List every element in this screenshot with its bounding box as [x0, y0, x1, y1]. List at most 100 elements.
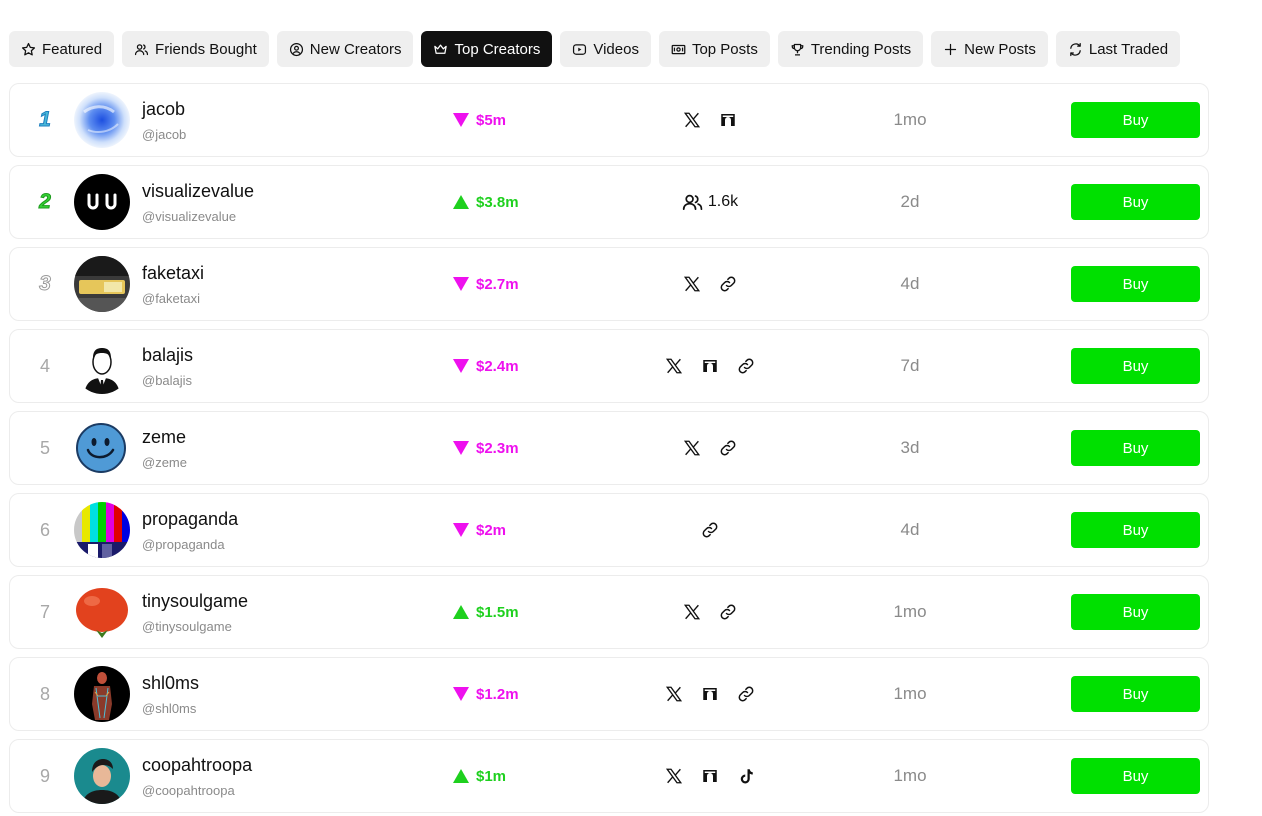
x-icon[interactable] — [665, 685, 683, 703]
price: $1.5m — [452, 576, 519, 648]
link-icon[interactable] — [719, 603, 737, 621]
creator-row[interactable]: 9 coopahtroopa @coopahtroopa $1m 1mo Buy — [9, 739, 1209, 813]
avatar[interactable] — [74, 502, 130, 558]
buy-button[interactable]: Buy — [1071, 676, 1200, 712]
buy-button[interactable]: Buy — [1071, 512, 1200, 548]
link-icon[interactable] — [719, 439, 737, 457]
crown-icon — [434, 44, 448, 54]
tab-label: New Creators — [309, 40, 402, 58]
triangle-down-icon — [453, 359, 469, 373]
rank-number: 9 — [39, 765, 50, 786]
x-icon[interactable] — [683, 111, 701, 129]
creator-row[interactable]: 3 faketaxi @faketaxi $2.7m 4d Buy — [9, 247, 1209, 321]
creator-row[interactable]: 1 jacob @jacob $5m 1mo Buy — [9, 83, 1209, 157]
price-value: $3.8m — [476, 193, 519, 211]
buy-button[interactable]: Buy — [1071, 430, 1200, 466]
tab-featured[interactable]: Featured — [9, 31, 115, 67]
age: 1mo — [893, 684, 927, 703]
buy-button[interactable]: Buy — [1071, 758, 1200, 794]
creator-handle: @tinysoulgame — [142, 619, 232, 634]
creator-name[interactable]: coopahtroopa — [142, 755, 252, 776]
tab-videos[interactable]: Videos — [560, 31, 651, 67]
creator-row[interactable]: 4 balajis @balajis $2.4m 7d Buy — [9, 329, 1209, 403]
buy-button[interactable]: Buy — [1071, 594, 1200, 630]
creator-row[interactable]: 5 zeme @zeme $2.3m 3d Buy — [9, 411, 1209, 485]
tiktok-icon[interactable] — [737, 767, 755, 785]
creator-name[interactable]: balajis — [142, 345, 193, 366]
arch-icon[interactable] — [719, 111, 737, 129]
avatar[interactable] — [74, 748, 130, 804]
avatar[interactable] — [74, 666, 130, 722]
tab-friends-bought[interactable]: Friends Bought — [122, 31, 269, 67]
triangle-down-icon — [453, 523, 469, 537]
creator-row[interactable]: 2 visualizevalue @visualizevalue $3.8m 1… — [9, 165, 1209, 239]
link-icon[interactable] — [701, 521, 719, 539]
avatar[interactable] — [74, 584, 130, 640]
avatar-image — [74, 92, 130, 148]
triangle-up-icon — [453, 195, 469, 209]
arch-icon[interactable] — [701, 357, 719, 375]
creator-row[interactable]: 7 tinysoulgame @tinysoulgame $1.5m 1mo B… — [9, 575, 1209, 649]
buy-button[interactable]: Buy — [1071, 348, 1200, 384]
avatar[interactable] — [74, 256, 130, 312]
social-links — [570, 248, 850, 320]
social-links: 1.6k — [570, 166, 850, 238]
creator-name[interactable]: zeme — [142, 427, 186, 448]
x-icon[interactable] — [683, 439, 701, 457]
creator-name[interactable]: shl0ms — [142, 673, 199, 694]
creator-list: 1 jacob @jacob $5m 1mo Buy 2 visualizeva… — [9, 83, 1209, 816]
tab-top-posts[interactable]: Top Posts — [658, 31, 770, 67]
arch-icon[interactable] — [701, 685, 719, 703]
creator-name[interactable]: faketaxi — [142, 263, 204, 284]
x-icon[interactable] — [665, 767, 683, 785]
tab-label: Top Creators — [454, 40, 541, 58]
avatar[interactable] — [74, 92, 130, 148]
tab-top-creators[interactable]: Top Creators — [421, 31, 553, 67]
tab-label: Videos — [593, 40, 639, 58]
price-value: $2.3m — [476, 439, 519, 457]
x-icon[interactable] — [665, 357, 683, 375]
price: $3.8m — [452, 166, 519, 238]
tab-label: Top Posts — [691, 40, 758, 58]
buy-button[interactable]: Buy — [1071, 266, 1200, 302]
refresh-icon — [1070, 42, 1081, 56]
buy-button[interactable]: Buy — [1071, 102, 1200, 138]
buy-button[interactable]: Buy — [1071, 184, 1200, 220]
arch-icon[interactable] — [701, 767, 719, 785]
social-links — [570, 84, 850, 156]
users-icon — [134, 43, 149, 55]
avatar-image — [74, 666, 130, 722]
creator-handle: @jacob — [142, 127, 187, 142]
user-circle-icon — [289, 42, 303, 56]
rank-number: 4 — [39, 355, 50, 376]
avatar-image — [74, 420, 130, 476]
tab-trending-posts[interactable]: Trending Posts — [777, 31, 924, 67]
link-icon[interactable] — [737, 357, 755, 375]
x-icon[interactable] — [683, 275, 701, 293]
tab-new-posts[interactable]: New Posts — [931, 31, 1048, 67]
creator-handle: @balajis — [142, 373, 193, 388]
creator-row[interactable]: 6 propaganda @propaganda $2m 4d Buy — [9, 493, 1209, 567]
avatar[interactable] — [74, 174, 130, 230]
creator-name[interactable]: tinysoulgame — [142, 591, 248, 612]
x-icon[interactable] — [683, 603, 701, 621]
creator-name[interactable]: visualizevalue — [142, 181, 254, 202]
price-value: $2.4m — [476, 357, 519, 375]
tab-new-creators[interactable]: New Creators — [276, 31, 414, 67]
creator-name[interactable]: jacob — [142, 99, 185, 120]
creator-handle: @visualizevalue — [142, 209, 237, 224]
friends-value: 1.6k — [707, 193, 739, 210]
triangle-up-icon — [453, 605, 469, 619]
social-links — [570, 740, 850, 812]
price-value: $1.5m — [476, 603, 519, 621]
tab-last-traded[interactable]: Last Traded — [1055, 31, 1181, 67]
category-tabs: Featured Friends Bought New Creators Top… — [9, 31, 1181, 67]
avatar[interactable] — [74, 338, 130, 394]
price: $5m — [452, 84, 506, 156]
link-icon[interactable] — [719, 275, 737, 293]
link-icon[interactable] — [737, 685, 755, 703]
creator-handle: @zeme — [142, 455, 187, 470]
creator-row[interactable]: 8 shl0ms @shl0ms $1.2m 1mo Buy — [9, 657, 1209, 731]
avatar[interactable] — [74, 420, 130, 476]
creator-name[interactable]: propaganda — [142, 509, 238, 530]
